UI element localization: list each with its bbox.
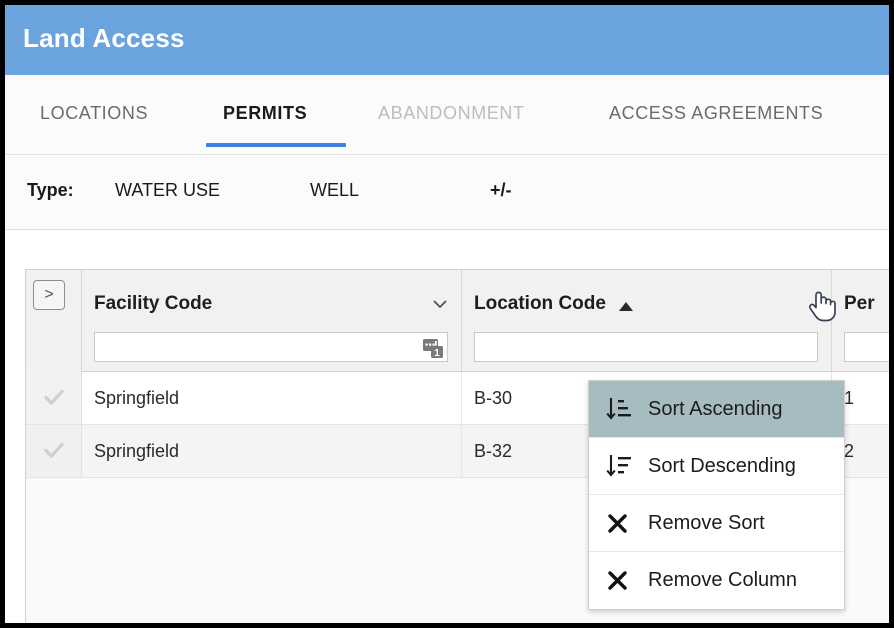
tab-access-agreements[interactable]: ACCESS AGREEMENTS — [609, 103, 823, 124]
chevron-down-icon[interactable] — [433, 300, 447, 308]
column-filter-location-code[interactable] — [474, 332, 818, 362]
column-filter-facility-code[interactable]: 1 — [94, 332, 448, 362]
column-context-menu: Sort Ascending Sort Descending Remove Sort… — [588, 380, 845, 610]
column-header-facility-code[interactable]: Facility Code 1 — [82, 270, 462, 372]
check-icon — [44, 442, 64, 458]
type-option-[interactable]: +/- — [490, 180, 512, 201]
type-option-well[interactable]: WELL — [310, 180, 359, 201]
type-option-water-use[interactable]: WATER USE — [115, 180, 220, 201]
title-bar: Land Access — [5, 5, 889, 75]
type-filter-bar: Type: WATER USE WELL +/- — [5, 156, 889, 230]
grid-corner-cell: > — [26, 270, 82, 372]
application-window: Land Access LOCATIONS PERMITS ABANDONMENT A… — [5, 5, 889, 623]
close-x-icon — [608, 514, 627, 533]
menu-item-sort-ascending[interactable]: Sort Ascending — [589, 381, 844, 438]
menu-item-remove-column[interactable]: Remove Column — [589, 552, 844, 609]
grid-header-row: > Facility Code 1 Location Code Per — [26, 270, 889, 372]
tab-locations[interactable]: LOCATIONS — [40, 103, 148, 124]
window-frame: Land Access LOCATIONS PERMITS ABANDONMENT A… — [0, 0, 894, 628]
type-filter-label: Type: — [27, 180, 74, 200]
column-header-per[interactable]: Per — [832, 270, 889, 372]
page-title: Land Access — [23, 23, 185, 53]
menu-item-label: Remove Column — [648, 569, 797, 591]
menu-item-label: Remove Sort — [648, 512, 765, 534]
column-header-label: Location Code — [474, 293, 606, 314]
expand-all-button[interactable]: > — [33, 280, 65, 310]
tab-permits[interactable]: PERMITS — [223, 103, 307, 124]
menu-item-label: Sort Descending — [648, 455, 796, 477]
tab-bar: LOCATIONS PERMITS ABANDONMENT ACCESS AGREEM… — [5, 75, 889, 155]
column-filter-input[interactable] — [845, 333, 889, 361]
filter-list-icon[interactable]: 1 — [422, 337, 444, 359]
sort-ascending-icon — [606, 398, 631, 420]
column-header-location-code[interactable]: Location Code — [462, 270, 832, 372]
sort-ascending-indicator-icon — [619, 302, 633, 311]
cell-facility-code: Springfield — [82, 372, 462, 424]
column-header-label: Facility Code — [94, 293, 213, 314]
sort-descending-icon — [606, 455, 631, 477]
column-filter-per[interactable] — [844, 332, 889, 362]
close-x-icon — [608, 571, 627, 590]
active-tab-underline — [206, 143, 346, 147]
menu-item-remove-sort[interactable]: Remove Sort — [589, 495, 844, 552]
check-icon — [44, 389, 64, 405]
column-header-label: Per — [844, 293, 875, 314]
row-select-cell[interactable] — [26, 372, 82, 424]
menu-item-sort-descending[interactable]: Sort Descending — [589, 438, 844, 495]
filter-count-badge: 1 — [434, 348, 440, 359]
tab-abandonment[interactable]: ABANDONMENT — [378, 103, 525, 124]
row-select-cell[interactable] — [26, 425, 82, 477]
column-filter-input[interactable] — [475, 333, 817, 361]
cell-facility-code: Springfield — [82, 425, 462, 477]
column-filter-input[interactable] — [95, 333, 447, 361]
menu-item-label: Sort Ascending — [648, 398, 783, 420]
